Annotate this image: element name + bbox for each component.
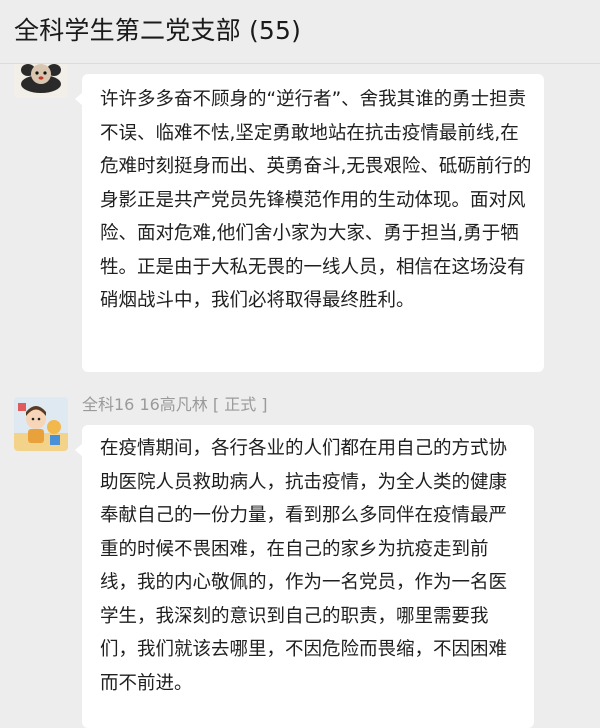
message-text: 许许多多奋不顾身的“逆行者”、舍我其谁的勇士担责不误、临难不怯,坚定勇敢地站在抗… (100, 89, 532, 311)
chat-title[interactable]: 全科学生第二党支部 (55) (14, 14, 301, 48)
sender-name[interactable]: 全科16 16高凡林 [ 正式 ] (82, 393, 268, 417)
message-bubble[interactable]: 许许多多奋不顾身的“逆行者”、舍我其谁的勇士担责不误、临难不怯,坚定勇敢地站在抗… (75, 74, 544, 372)
message-bubble[interactable]: 在疫情期间，各行各业的人们都在用自己的方式协助医院人员救助病人，抗击疫情，为全人… (75, 425, 534, 728)
avatar[interactable] (14, 397, 68, 451)
bubble-tail (75, 92, 83, 106)
bubble-tail (75, 443, 83, 457)
message-text: 在疫情期间，各行各业的人们都在用自己的方式协助医院人员救助病人，抗击疫情，为全人… (100, 438, 508, 694)
cartoon-child-icon (14, 397, 68, 451)
chat-header: 全科学生第二党支部 (55) (0, 0, 600, 64)
